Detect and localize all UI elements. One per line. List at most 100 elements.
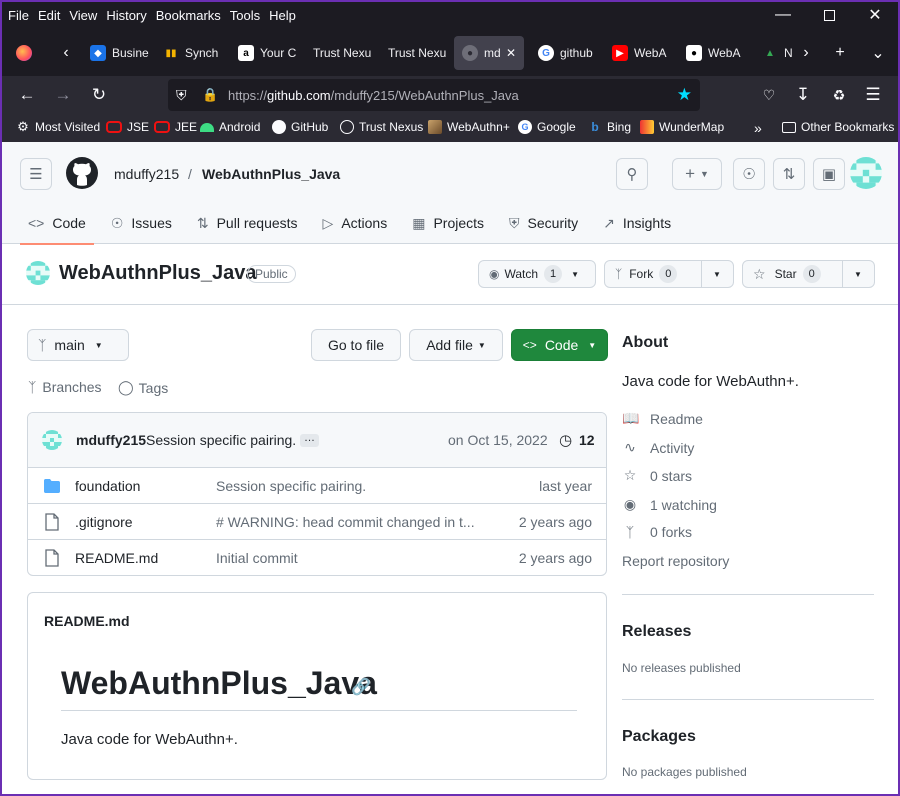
bookmark-google[interactable]: G Google	[518, 120, 576, 134]
tab-drive[interactable]: ▲ N	[754, 36, 794, 70]
tab-active-github[interactable]: ● md ✕	[454, 36, 524, 70]
tab-medium[interactable]: ● WebA	[678, 36, 748, 70]
tab-amazon[interactable]: a Your C	[230, 36, 298, 70]
forward-button[interactable]: →	[48, 80, 78, 110]
close-window-button[interactable]: ✕	[852, 2, 898, 28]
tab-security[interactable]: ⛨ Security	[501, 202, 586, 244]
pocket-button[interactable]: ♡	[754, 80, 784, 110]
tab-projects[interactable]: ▦ Projects	[404, 202, 492, 244]
github-logo-icon[interactable]	[66, 157, 98, 189]
tab-trust-nexus-2[interactable]: Trust Nexu	[380, 36, 450, 70]
app-menu-button[interactable]: ☰	[858, 80, 888, 110]
menu-file[interactable]: File	[8, 8, 29, 23]
list-tabs-button[interactable]: ⌄	[864, 36, 892, 70]
menu-history[interactable]: History	[106, 8, 146, 23]
bookmark-webauthn[interactable]: WebAuthn+	[428, 120, 510, 134]
url-text[interactable]: https://github.com/mduffy215/WebAuthnPlu…	[228, 88, 519, 103]
star-button[interactable]: ☆ Star 0 ▼	[742, 260, 875, 288]
bookmark-wundermap[interactable]: WunderMap	[640, 120, 724, 134]
tab-actions[interactable]: ▷ Actions	[315, 202, 396, 244]
tab-code[interactable]: <> Code	[20, 202, 94, 245]
issues-button[interactable]: ☉	[733, 158, 765, 190]
menu-bookmarks[interactable]: Bookmarks	[156, 8, 221, 23]
more-bookmarks-button[interactable]: »	[754, 120, 762, 136]
caret-down-icon[interactable]: ▼	[854, 270, 862, 279]
readme-link[interactable]: 📖 Readme	[622, 410, 703, 427]
file-commit-message[interactable]: # WARNING: head commit changed in t...	[216, 514, 476, 530]
caret-down-icon[interactable]: ▼	[713, 270, 721, 279]
tab-scroll-left[interactable]: ‹	[52, 36, 80, 70]
tags-link[interactable]: ◯ Tags	[118, 379, 168, 396]
file-commit-message[interactable]: Initial commit	[216, 550, 476, 566]
downloads-button[interactable]: ↧	[788, 80, 818, 110]
avatar[interactable]	[42, 430, 62, 450]
bookmark-jee[interactable]: JEE	[154, 120, 197, 134]
activity-link[interactable]: ∿ Activity	[622, 439, 694, 456]
file-commit-message[interactable]: Session specific pairing.	[216, 478, 476, 494]
go-to-file-button[interactable]: Go to file	[311, 329, 401, 361]
extensions-button[interactable]: ♻	[824, 80, 854, 110]
anchor-link-icon[interactable]: 🔗	[351, 677, 371, 697]
menu-help[interactable]: Help	[269, 8, 296, 23]
tab-scroll-right[interactable]: ›	[792, 36, 820, 70]
menu-view[interactable]: View	[69, 8, 97, 23]
bookmark-github[interactable]: GitHub	[272, 120, 328, 134]
bookmark-most-visited[interactable]: ⚙ Most Visited	[16, 119, 100, 134]
new-tab-button[interactable]: +	[826, 36, 854, 70]
create-new-button[interactable]: + ▼	[672, 158, 722, 190]
tab-issues[interactable]: ☉ Issues	[103, 202, 180, 244]
tab-trust-nexus-1[interactable]: Trust Nexu	[305, 36, 375, 70]
stars-link[interactable]: ☆ 0 stars	[622, 467, 692, 484]
url-bar[interactable]: ⛨ 🔒 https://github.com/mduffy215/WebAuth…	[168, 79, 700, 111]
pull-requests-button[interactable]: ⇅	[773, 158, 805, 190]
file-name[interactable]: README.md	[75, 550, 158, 566]
table-row[interactable]: .gitignore # WARNING: head commit change…	[28, 503, 606, 539]
maximize-button[interactable]	[806, 2, 852, 28]
bookmark-trust-nexus[interactable]: Trust Nexus	[340, 120, 423, 134]
lock-icon[interactable]: 🔒	[202, 87, 218, 103]
tab-youtube[interactable]: ▶ WebA	[604, 36, 674, 70]
commit-author[interactable]: mduffy215	[76, 432, 146, 448]
file-name[interactable]: foundation	[75, 478, 140, 494]
bookmark-jse[interactable]: JSE	[106, 120, 149, 134]
bookmark-star-icon[interactable]: ★	[677, 85, 692, 105]
table-row[interactable]: foundation Session specific pairing. las…	[28, 467, 606, 503]
menu-tools[interactable]: Tools	[230, 8, 260, 23]
commit-count[interactable]: 12	[579, 432, 595, 448]
commit-date[interactable]: on Oct 15, 2022	[448, 432, 548, 448]
close-tab-icon[interactable]: ✕	[506, 46, 516, 60]
menu-edit[interactable]: Edit	[38, 8, 60, 23]
firefox-menu[interactable]	[10, 36, 38, 70]
table-row[interactable]: README.md Initial commit 2 years ago	[28, 539, 606, 575]
shield-icon[interactable]: ⛨	[176, 87, 187, 104]
commit-expand-button[interactable]: …	[300, 433, 319, 447]
reload-button[interactable]: ↻	[84, 80, 114, 110]
watch-button[interactable]: ◉ Watch 1 ▼	[478, 260, 596, 288]
packages-heading[interactable]: Packages	[622, 728, 696, 746]
tab-github-search[interactable]: G github	[530, 36, 600, 70]
other-bookmarks[interactable]: Other Bookmarks	[782, 120, 894, 134]
history-icon[interactable]: ◷	[559, 431, 572, 449]
tab-pull-requests[interactable]: ⇅ Pull requests	[189, 202, 306, 244]
avatar[interactable]	[850, 157, 882, 189]
inbox-button[interactable]: ▣	[813, 158, 845, 190]
search-button[interactable]: ⚲	[616, 158, 648, 190]
code-button[interactable]: <> Code ▼	[511, 329, 608, 361]
tab-insights[interactable]: ↗ Insights	[595, 202, 679, 244]
watchers-link[interactable]: ◉ 1 watching	[622, 496, 717, 513]
file-name[interactable]: .gitignore	[75, 514, 133, 530]
back-button[interactable]: ←	[12, 80, 42, 110]
nav-menu-button[interactable]: ☰	[20, 158, 52, 190]
minimize-button[interactable]: —	[760, 2, 806, 28]
repo-name[interactable]: WebAuthnPlus_Java	[59, 262, 256, 285]
fork-button[interactable]: ᛉ Fork 0 ▼	[604, 260, 734, 288]
report-repository-link[interactable]: Report repository	[622, 553, 729, 569]
branches-link[interactable]: ᛉ Branches	[28, 379, 102, 395]
tab-synch[interactable]: ▮▮ Synch	[155, 36, 225, 70]
releases-heading[interactable]: Releases	[622, 623, 691, 641]
bookmark-bing[interactable]: b Bing	[588, 120, 631, 134]
branch-select[interactable]: ᛉ main ▼	[27, 329, 129, 361]
forks-link[interactable]: ᛉ 0 forks	[622, 524, 692, 540]
add-file-button[interactable]: Add file ▼	[409, 329, 503, 361]
commit-message[interactable]: Session specific pairing.	[146, 432, 296, 448]
